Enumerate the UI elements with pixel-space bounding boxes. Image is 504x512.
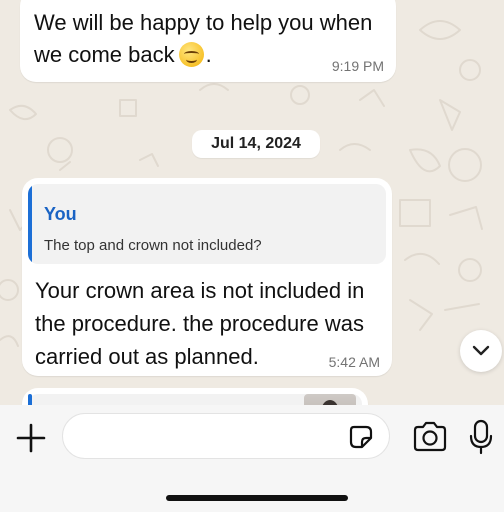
chevron-down-icon	[472, 345, 490, 356]
home-indicator	[166, 495, 348, 501]
message-composer-bar	[0, 405, 504, 512]
message-text-fragment: .	[205, 42, 212, 67]
smiling-face-icon	[178, 42, 204, 67]
message-text-line: we come back.	[34, 42, 212, 68]
message-bubble-incoming[interactable]: We will be happy to help you when we com…	[20, 0, 396, 82]
quote-accent-bar	[28, 184, 32, 264]
quoted-reply[interactable]: You The top and crown not included?	[28, 184, 386, 264]
sticker-icon[interactable]	[348, 424, 374, 450]
message-input[interactable]	[62, 413, 390, 459]
quoted-text: The top and crown not included?	[44, 237, 262, 254]
quoted-author: You	[44, 204, 77, 224]
camera-icon[interactable]	[412, 421, 448, 453]
scroll-to-bottom-button[interactable]	[460, 330, 502, 372]
message-text-line: We will be happy to help you when	[34, 10, 373, 35]
microphone-icon[interactable]	[468, 419, 494, 455]
message-timestamp: 9:19 PM	[331, 58, 384, 74]
plus-icon[interactable]	[14, 421, 48, 455]
date-divider: Jul 14, 2024	[192, 130, 320, 158]
message-bubble-incoming[interactable]: You The top and crown not included? Your…	[22, 178, 392, 376]
message-text-fragment: we come back	[34, 42, 175, 67]
message-timestamp: 5:42 AM	[328, 354, 380, 370]
